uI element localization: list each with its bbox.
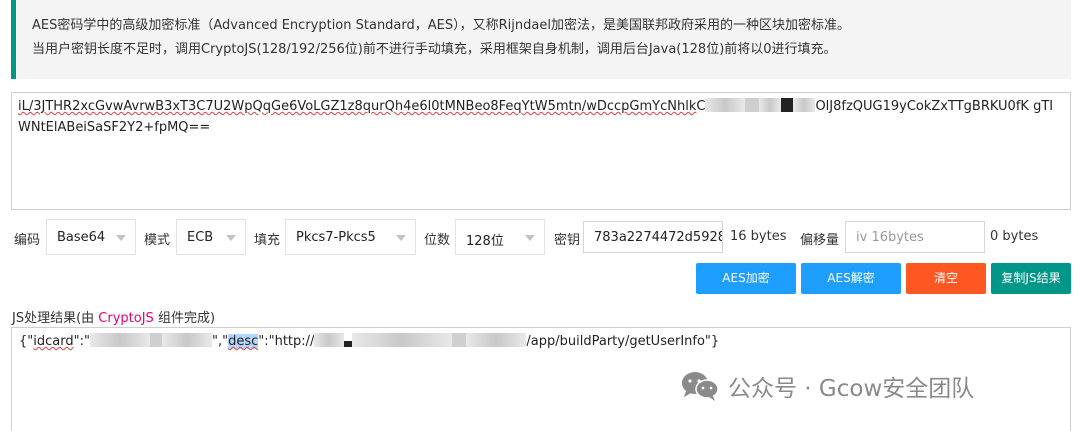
output-text-e: /app/buildParty/getUserInfo"}	[526, 334, 720, 349]
mode-value: ECB	[187, 230, 214, 245]
mode-select[interactable]: ECB	[176, 219, 246, 255]
watermark: 公众号 · Gcow安全团队	[680, 366, 974, 406]
result-label: JS处理结果(由 CryptoJS 组件完成)	[12, 307, 215, 326]
key-bytes-count: 16 bytes	[730, 229, 787, 244]
chevron-down-icon	[226, 235, 236, 241]
output-text-b: ":"	[73, 334, 90, 349]
output-text-a: {"	[19, 334, 34, 349]
redacted-region	[89, 333, 150, 347]
output-text-c: ","	[211, 334, 229, 349]
key-input[interactable]: 783a2274472d5928	[583, 221, 723, 253]
redacted-region	[352, 333, 453, 347]
notice-line-1: AES密码学中的高级加密标准（Advanced Encryption Stand…	[32, 18, 850, 33]
encoding-select[interactable]: Base64	[46, 219, 136, 255]
input-textarea[interactable]: iL/3JTHR2xcGvwAvrwB3xT3C7U2WpQqGe6VoLGZ1…	[11, 92, 1071, 210]
redacted-region	[745, 98, 760, 112]
padding-select[interactable]: Pkcs7-Pkcs5	[285, 219, 416, 255]
mode-label: 模式	[144, 233, 171, 248]
chevron-down-icon	[116, 235, 126, 241]
options-toolbar: 编码 Base64 模式 ECB 填充 Pkcs7-Pkcs5 位数 128位 …	[14, 218, 1074, 258]
chevron-down-icon	[396, 235, 406, 241]
key-label: 密钥	[554, 233, 581, 248]
redacted-region	[759, 98, 782, 112]
wechat-icon	[682, 372, 719, 401]
input-text-part-1: iL/3JTHR2xcGvwAvrwB3xT3C7U2WpQqGe6VoLGZ1…	[18, 99, 697, 114]
output-key-idcard: idcard	[33, 334, 74, 349]
iv-placeholder: iv 16bytes	[856, 230, 924, 245]
encoding-label: 编码	[14, 233, 41, 248]
key-value: 783a2274472d5928	[594, 230, 723, 245]
padding-label: 填充	[254, 233, 281, 248]
iv-label: 偏移量	[800, 233, 840, 248]
bits-value: 128位	[466, 234, 504, 249]
clear-button[interactable]: 清空	[906, 263, 986, 294]
watermark-text: 公众号 · Gcow安全团队	[728, 376, 975, 402]
bits-label: 位数	[424, 233, 451, 248]
redacted-region	[314, 333, 345, 347]
notice-block: AES密码学中的高级加密标准（Advanced Encryption Stand…	[11, 0, 1071, 79]
output-text-d: ":"http://	[258, 334, 315, 349]
iv-input[interactable]: iv 16bytes	[845, 221, 985, 253]
aes-encrypt-button[interactable]: AES加密	[696, 263, 796, 294]
copy-js-result-button[interactable]: 复制JS结果	[991, 263, 1071, 294]
result-label-prefix: JS处理结果(由	[12, 311, 99, 326]
padding-value: Pkcs7-Pkcs5	[296, 230, 376, 245]
chevron-down-icon	[525, 235, 535, 241]
redacted-region	[705, 98, 746, 112]
redacted-region	[344, 341, 353, 347]
notice-line-2: 当用户密钥长度不足时，调用CryptoJS(128/192/256位)前不进行手…	[32, 42, 837, 57]
encoding-value: Base64	[57, 230, 106, 245]
redacted-region	[149, 333, 162, 347]
redacted-region	[452, 333, 467, 347]
input-text-part-2: C	[696, 99, 706, 114]
input-text-part-3: OlJ8fzQUG19yCokZxTTgBRKU0fK	[815, 99, 1029, 114]
output-key-desc: desc	[228, 334, 259, 349]
result-label-suffix: 组件完成)	[153, 311, 216, 326]
redacted-region	[161, 333, 212, 347]
bits-select[interactable]: 128位	[455, 219, 545, 255]
iv-bytes-count: 0 bytes	[990, 229, 1039, 244]
redacted-region	[781, 98, 794, 112]
redacted-region	[793, 98, 816, 112]
redacted-region	[466, 333, 527, 347]
aes-decrypt-button[interactable]: AES解密	[801, 263, 901, 294]
cryptojs-link[interactable]: CryptoJS	[98, 311, 154, 326]
